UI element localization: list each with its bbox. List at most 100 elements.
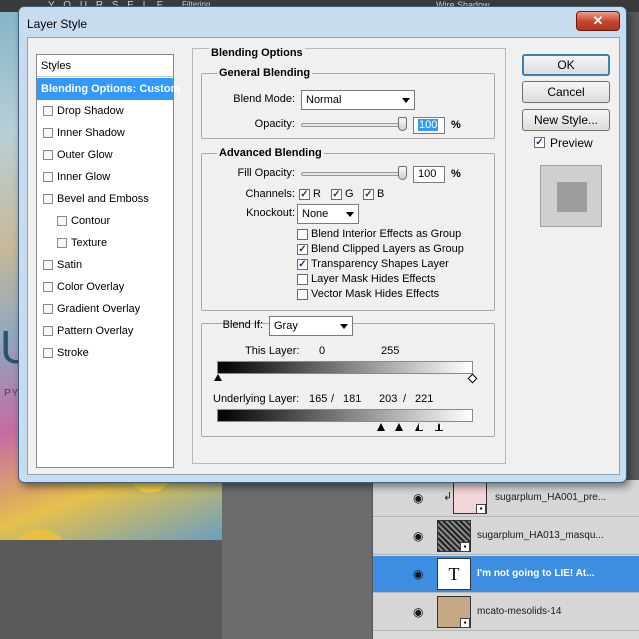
blend-mode-select[interactable]: Normal <box>301 90 415 110</box>
channel-g-label: G <box>345 188 354 200</box>
channel-g-checkbox[interactable]: ✓ <box>331 189 342 200</box>
chevron-down-icon <box>340 324 348 329</box>
style-checkbox[interactable] <box>43 304 53 314</box>
eye-icon[interactable]: ◉ <box>413 530 427 542</box>
style-item-label: Color Overlay <box>57 281 125 293</box>
layer-row-selected[interactable]: ◉ T I'm not going to LIE! At... <box>373 556 639 593</box>
this-layer-low: 0 <box>319 345 326 357</box>
style-item-label: Stroke <box>57 347 89 359</box>
ok-button[interactable]: OK <box>522 54 610 76</box>
layer-row[interactable]: ◉ ↲ ▪ sugarplum_HA001_pre... <box>373 480 639 517</box>
blending-options-panel: Blending Options General Blending Blend … <box>192 47 506 464</box>
channel-b-label: B <box>377 188 385 200</box>
blend-mode-label: Blend Mode: <box>233 93 295 105</box>
layer-mask-hides-label: Layer Mask Hides Effects <box>311 273 436 285</box>
clip-arrow-icon: ↲ <box>443 491 453 503</box>
layer-mask-hides-checkbox[interactable] <box>297 274 308 285</box>
styles-list: Styles Blending Options: Custom Drop Sha… <box>36 54 180 468</box>
layer-name: sugarplum_HA001_pre... <box>495 492 607 503</box>
blend-if-select[interactable]: Gray <box>269 316 353 336</box>
styles-header-label: Styles <box>41 60 71 72</box>
style-item-inner-shadow[interactable]: Inner Shadow <box>37 122 173 144</box>
this-layer-black-slider[interactable] <box>214 374 222 381</box>
transparency-shapes-checkbox[interactable]: ✓ <box>297 259 308 270</box>
underlying-white-slider-left[interactable] <box>415 423 423 431</box>
underlying-white-slider-right[interactable] <box>435 423 443 431</box>
opacity-slider[interactable] <box>301 123 407 127</box>
dialog-titlebar[interactable]: Layer Style ✕ <box>19 7 626 37</box>
style-item-drop-shadow[interactable]: Drop Shadow <box>37 100 173 122</box>
style-item-gradient-overlay[interactable]: Gradient Overlay <box>37 298 173 320</box>
style-item-label: Contour <box>71 215 111 227</box>
style-item-outer-glow[interactable]: Outer Glow <box>37 144 173 166</box>
style-checkbox[interactable] <box>43 150 53 160</box>
chevron-down-icon <box>402 98 410 103</box>
blend-if-label: Blend If: <box>222 319 263 331</box>
blend-interior-checkbox[interactable] <box>297 229 308 240</box>
underlying-sep-1: / <box>331 393 335 405</box>
opacity-value: 100 <box>418 119 439 131</box>
style-item-stroke[interactable]: Stroke <box>37 342 173 364</box>
underlying-value-d: 221 <box>415 393 434 405</box>
text-layer-thumbnail: T <box>437 558 471 590</box>
underlying-value-a: 165 <box>309 393 328 405</box>
style-checkbox[interactable] <box>43 194 53 204</box>
style-item-contour[interactable]: Contour <box>37 210 173 232</box>
new-style-button[interactable]: New Style... <box>522 109 610 131</box>
opacity-label: Opacity: <box>254 118 295 130</box>
layer-style-dialog: Layer Style ✕ Styles Blending Options: C… <box>18 6 627 483</box>
blend-if-value: Gray <box>274 320 298 332</box>
style-item-satin[interactable]: Satin <box>37 254 173 276</box>
eye-icon[interactable]: ◉ <box>413 568 427 580</box>
style-item-label: Bevel and Emboss <box>57 193 149 205</box>
style-checkbox[interactable] <box>43 172 53 182</box>
knockout-select[interactable]: None <box>297 204 359 224</box>
channels-label: Channels: <box>245 188 295 200</box>
opacity-slider-thumb[interactable] <box>398 117 407 131</box>
blend-clipped-checkbox[interactable]: ✓ <box>297 244 308 255</box>
style-item-label: Gradient Overlay <box>57 303 141 315</box>
style-checkbox[interactable] <box>57 238 67 248</box>
close-button[interactable]: ✕ <box>576 11 620 31</box>
style-checkbox[interactable] <box>43 106 53 116</box>
style-item-pattern-overlay[interactable]: Pattern Overlay <box>37 320 173 342</box>
style-item-label: Blending Options: Custom <box>41 83 181 95</box>
knockout-value: None <box>302 208 329 220</box>
style-checkbox[interactable] <box>43 326 53 336</box>
underlying-black-slider-left[interactable] <box>377 423 385 431</box>
dialog-client: Styles Blending Options: Custom Drop Sha… <box>27 37 620 475</box>
style-item-blending-options[interactable]: Blending Options: Custom <box>37 78 180 100</box>
opacity-input[interactable]: 100 <box>413 117 445 134</box>
style-checkbox[interactable] <box>57 216 67 226</box>
cancel-button[interactable]: Cancel <box>522 81 610 103</box>
style-item-label: Texture <box>71 237 108 249</box>
style-preview-inner <box>557 182 587 212</box>
fill-opacity-input[interactable]: 100 <box>413 166 445 183</box>
vector-mask-hides-checkbox[interactable] <box>297 289 308 300</box>
style-item-color-overlay[interactable]: Color Overlay <box>37 276 173 298</box>
style-checkbox[interactable] <box>43 128 53 138</box>
eye-icon[interactable]: ◉ <box>413 606 427 618</box>
style-checkbox[interactable] <box>43 348 53 358</box>
this-layer-gradient <box>217 361 473 374</box>
channel-b-checkbox[interactable]: ✓ <box>363 189 374 200</box>
fill-opacity-slider-thumb[interactable] <box>398 166 407 180</box>
layer-name: sugarplum_HA013_masqu... <box>477 530 604 541</box>
layer-row[interactable]: ◉ ▪ sugarplum_HA013_masqu... <box>373 518 639 555</box>
layer-row[interactable]: ◉ ▪ mcato-mesolids-14 <box>373 594 639 631</box>
fill-opacity-slider[interactable] <box>301 172 407 176</box>
style-checkbox[interactable] <box>43 260 53 270</box>
style-item-bevel-emboss[interactable]: Bevel and Emboss <box>37 188 173 210</box>
style-item-texture[interactable]: Texture <box>37 232 173 254</box>
eye-icon[interactable]: ◉ <box>413 492 427 504</box>
style-item-inner-glow[interactable]: Inner Glow <box>37 166 173 188</box>
vector-mask-hides-label: Vector Mask Hides Effects <box>311 288 440 300</box>
blending-options-title: Blending Options <box>209 47 305 59</box>
preview-checkbox[interactable]: ✓ <box>534 137 545 148</box>
channel-r-checkbox[interactable]: ✓ <box>299 189 310 200</box>
style-checkbox[interactable] <box>43 282 53 292</box>
underlying-sep-2: / <box>403 393 407 405</box>
fill-opacity-value: 100 <box>418 168 437 180</box>
underlying-black-slider-right[interactable] <box>395 423 403 431</box>
styles-header[interactable]: Styles <box>37 55 173 77</box>
